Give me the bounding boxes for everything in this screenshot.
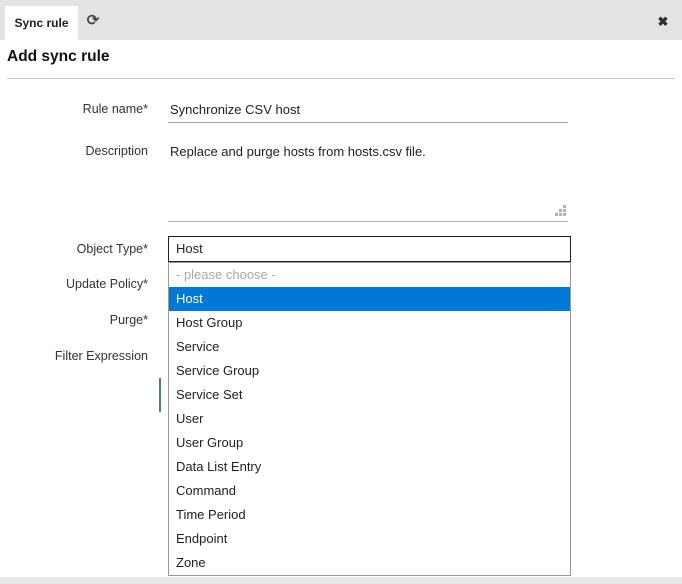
object-type-label: Object Type* [0,242,148,257]
object-type-dropdown: - please choose -HostHost GroupServiceSe… [168,262,571,576]
tab-sync-rule[interactable]: Sync rule [5,6,78,40]
dropdown-option[interactable]: User [169,407,570,431]
description-label: Description [0,144,148,159]
dropdown-option[interactable]: Host [169,287,570,311]
dropdown-option[interactable]: User Group [169,431,570,455]
purge-label: Purge* [0,313,148,328]
sync-rule-panel: Sync rule ⟳ ✖ Add sync rule Rule name* D… [0,0,682,584]
dropdown-option[interactable]: Command [169,479,570,503]
filter-expression-input[interactable] [159,378,161,412]
dropdown-option[interactable]: Service Set [169,383,570,407]
tab-label: Sync rule [14,16,68,30]
resize-grip-icon[interactable] [563,205,566,208]
description-textarea[interactable]: Replace and purge hosts from hosts.csv f… [170,144,426,159]
object-type-value: Host [176,241,203,256]
dropdown-option[interactable]: Service Group [169,359,570,383]
filter-expression-label: Filter Expression [0,349,148,364]
title-divider [7,78,675,79]
dropdown-option[interactable]: Service [169,335,570,359]
dropdown-option[interactable]: - please choose - [169,263,570,287]
close-icon[interactable]: ✖ [653,0,673,44]
dropdown-option[interactable]: Endpoint [169,527,570,551]
tab-bar: Sync rule ⟳ ✖ [0,0,682,40]
dropdown-option[interactable]: Time Period [169,503,570,527]
description-underline [168,221,568,222]
page-title: Add sync rule [7,48,110,66]
page-background [0,577,682,584]
dropdown-option[interactable]: Host Group [169,311,570,335]
object-type-select[interactable]: Host [168,236,571,262]
dropdown-option[interactable]: Data List Entry [169,455,570,479]
refresh-icon[interactable]: ⟳ [84,0,102,40]
dropdown-option[interactable]: Zone [169,551,570,575]
rule-name-input[interactable]: Synchronize CSV host [170,102,300,117]
rule-name-label: Rule name* [0,102,148,117]
update-policy-label: Update Policy* [0,277,148,292]
rule-name-underline [168,122,568,123]
